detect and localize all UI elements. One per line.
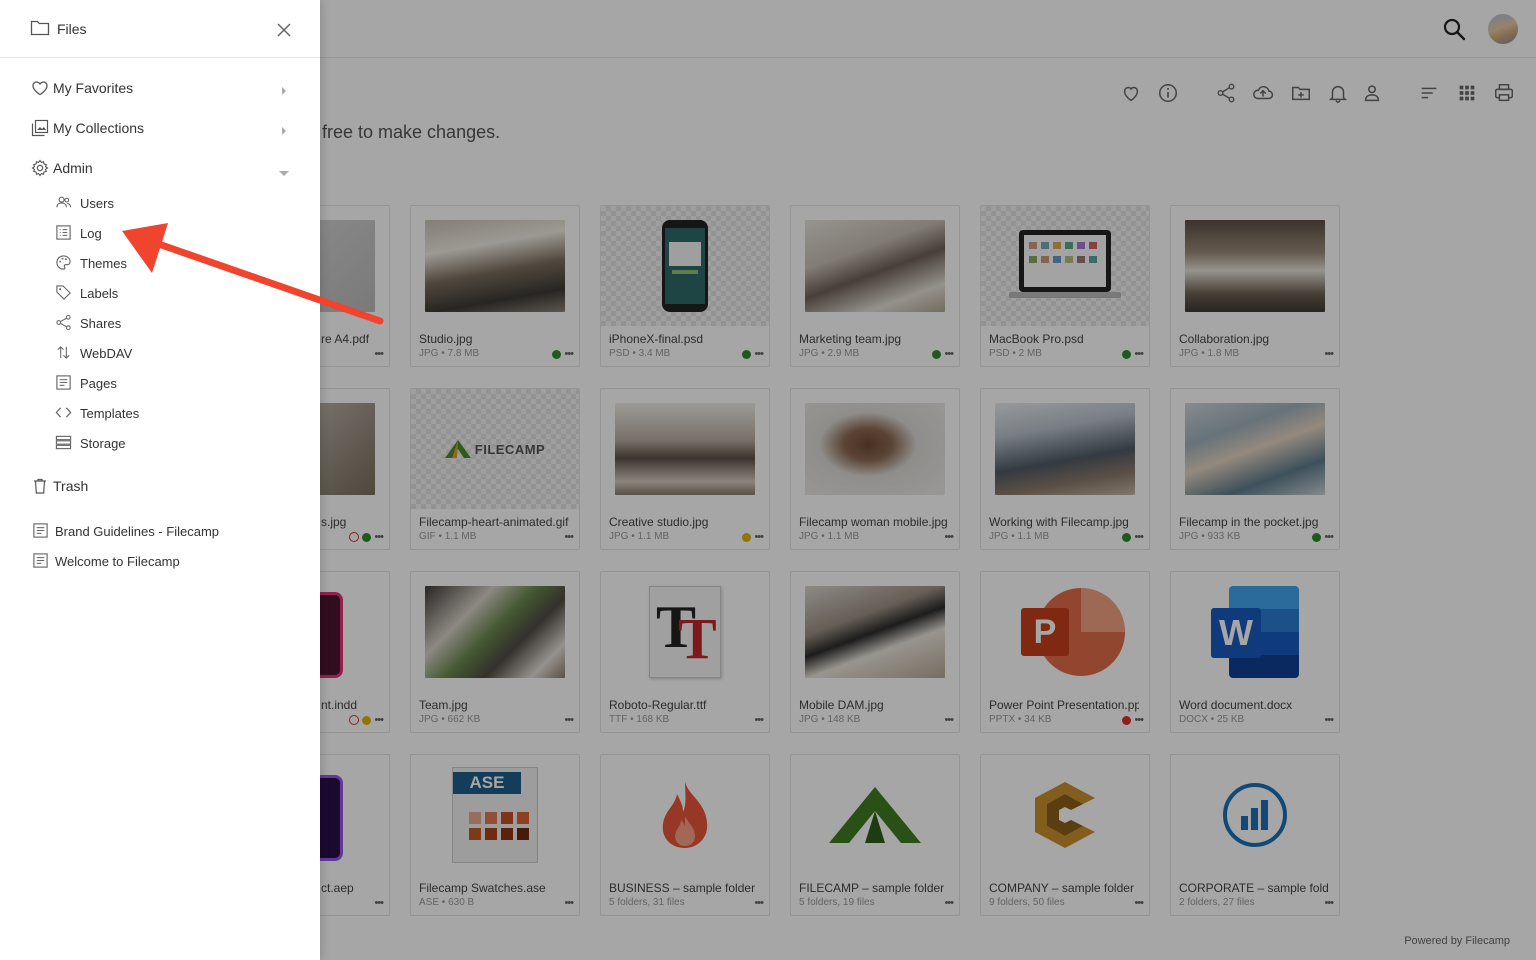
- chevron-right-icon: [280, 83, 288, 95]
- palette-icon: [55, 254, 72, 271]
- trash-icon: [31, 477, 49, 495]
- folder-icon: [30, 19, 50, 37]
- admin-item-templates[interactable]: Templates: [0, 398, 320, 428]
- drawer-header: Files: [0, 0, 320, 58]
- chevron-down-icon: [278, 164, 290, 176]
- annotation-arrow-icon: [122, 223, 384, 325]
- close-icon[interactable]: [276, 22, 292, 38]
- page-icon: [32, 522, 49, 539]
- page-icon: [32, 552, 49, 569]
- nav-item-admin[interactable]: Admin: [0, 153, 320, 183]
- page-icon: [55, 374, 72, 391]
- log-icon: [55, 224, 72, 241]
- code-icon: [55, 404, 72, 421]
- tag-icon: [55, 284, 72, 301]
- users-icon: [55, 194, 72, 211]
- share-icon: [55, 314, 72, 331]
- heart-icon: [31, 79, 49, 97]
- collections-icon: [31, 119, 49, 137]
- nav-item-trash[interactable]: Trash: [0, 471, 320, 501]
- page-link-brand-guidelines[interactable]: Brand Guidelines - Filecamp: [0, 516, 320, 546]
- storage-icon: [55, 434, 72, 451]
- chevron-right-icon: [280, 123, 288, 135]
- nav-item-my-favorites[interactable]: My Favorites: [0, 73, 320, 103]
- page-link-welcome[interactable]: Welcome to Filecamp: [0, 546, 320, 576]
- webdav-icon: [55, 344, 72, 361]
- navigation-drawer: Files My Favorites My Collections Admin …: [0, 0, 320, 960]
- admin-item-pages[interactable]: Pages: [0, 368, 320, 398]
- nav-item-my-collections[interactable]: My Collections: [0, 113, 320, 143]
- drawer-title: Files: [57, 21, 87, 37]
- admin-item-users[interactable]: Users: [0, 188, 320, 218]
- gear-icon: [31, 159, 49, 177]
- admin-item-storage[interactable]: Storage: [0, 428, 320, 458]
